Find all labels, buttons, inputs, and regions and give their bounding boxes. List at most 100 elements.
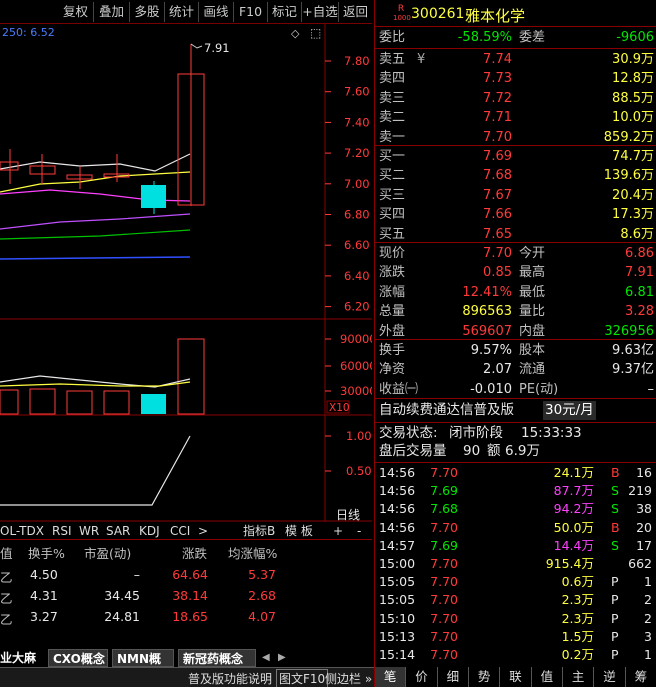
tick-time: 14:56 [379,501,416,517]
asks-row[interactable]: 卖三 7.72 88.5万 [379,89,654,108]
tab-sector-hemp[interactable]: 业大麻 [0,649,36,667]
volume-bar [141,394,166,414]
asks-row[interactable]: 卖四 7.73 12.8万 [379,69,654,88]
bids-row[interactable]: 买三 7.67 20.4万 [379,186,654,205]
tick-side: P [611,610,619,626]
statistics-button[interactable]: 统计 [165,2,199,22]
quote-tab-2[interactable]: 细 [438,667,469,687]
stats-value: 0.85 [483,265,512,281]
multi-stock-button[interactable]: 多股 [130,2,165,22]
quote-tab-1[interactable]: 价 [406,667,438,687]
asks-row[interactable]: 卖一 7.70 859.2万 [379,128,654,147]
kline-chart[interactable]: 250: 6.52 ◇ ⬚ 7.80 7.60 7.40 7.20 7.00 6.80 6.… [0,24,372,320]
tick-price: 7.70 [430,610,458,626]
quote-tab-4[interactable]: 联 [500,667,532,687]
add-favorite-button[interactable]: +自选 [302,2,339,22]
stats-value: 6.81 [625,284,654,300]
tab-wr[interactable]: WR [79,522,99,540]
f10-button[interactable]: F10 [234,2,268,22]
tab-rsi[interactable]: RSI [52,522,72,540]
table-cell: 18.65 [172,609,208,624]
bids-volume: 20.4万 [612,187,654,203]
bids-row[interactable]: 买一 7.69 74.7万 [379,147,654,166]
asks-volume: 10.0万 [612,110,654,126]
stats-row: 涨跌 0.85 最高 7.91 [379,263,654,282]
ma120-line [0,256,191,260]
trade-status-row: 交易状态: 闭市阶段 15:33:33 [379,424,654,443]
tab-sector-cxo[interactable]: CXO概念 [48,649,108,667]
table-row[interactable]: 乙 4.50 – 64.64 5.37 [0,567,372,587]
tick-price: 7.70 [430,519,458,535]
quote-tab-5[interactable]: 值 [532,667,563,687]
asks-label: 卖五 [379,52,406,67]
back-button[interactable]: 返回 [339,2,372,22]
zoom-out-button[interactable]: - [357,522,361,540]
stats-value: 7.70 [483,246,512,261]
tab-kdj[interactable]: KDJ [139,522,160,540]
table-row[interactable]: 乙 4.31 34.45 38.14 2.68 [0,588,372,608]
table-cell: 4.50 [30,567,58,582]
period-label[interactable]: 日线 [336,508,360,522]
quote-tab-6[interactable]: 主 [563,667,595,687]
col-header: 涨跌 [182,546,208,561]
stats2-value: 9.37亿 [612,362,654,378]
tick-side: S [611,501,619,517]
tick-row: 14:56 7.68 94.2万 S 38 [379,500,654,518]
tab-more[interactable]: > [198,522,208,540]
bids-row[interactable]: 买二 7.68 139.6万 [379,166,654,185]
bids-row[interactable]: 买五 7.65 8.6万 [379,225,654,244]
asks-row[interactable]: 卖二 7.71 10.0万 [379,108,654,127]
cash-icon: ¥ [417,52,426,67]
tab-cci[interactable]: CCI [170,522,190,540]
asks-row[interactable]: 卖五 ¥ 7.74 30.9万 [379,50,654,69]
price-tick: 6.40 [344,269,370,283]
tick-volume: 94.2万 [553,501,594,517]
asks-volume: 859.2万 [603,129,654,145]
diamond-icon[interactable]: ◇ [291,27,300,40]
stats-label: 总量 [379,304,406,320]
tick-time: 15:10 [379,610,416,626]
stats2-label: 流通 [519,362,546,378]
tab-sar[interactable]: SAR [106,522,130,540]
asks-price: 7.73 [483,71,512,87]
quote-panel: R 1000 300261 雅本化学 委比 -58.59% 委差 -9606 卖… [374,0,656,687]
fuquan-button[interactable]: 复权 [58,2,94,22]
expand-icon[interactable]: ⬚ [310,26,321,40]
sector-tabbar: 业大麻 CXO概念 NMN概念 新冠药概念 ◀ ▶ [0,649,372,684]
quote-tab-8[interactable]: 筹 [626,667,656,687]
tab-sector-nmn[interactable]: NMN概念 [112,649,174,684]
stats-label: 最高 [519,265,546,281]
table-cell: 24.81 [104,609,140,624]
tick-volume: 24.1万 [553,465,594,480]
quote-tab-3[interactable]: 势 [469,667,501,687]
volume-chart[interactable]: 90000 60000 30000 X10 [0,320,377,416]
tick-side: P [611,647,619,662]
draw-line-button[interactable]: 画线 [199,2,234,22]
tick-time: 14:56 [379,483,416,499]
tab-scroll-right-icon[interactable]: ▶ [278,649,286,667]
bids-row[interactable]: 买四 7.66 17.3万 [379,205,654,224]
f10-link[interactable]: 图文F10 [276,669,329,687]
bids-volume: 74.7万 [612,149,654,164]
tab-ol-tdx[interactable]: OL-TDX [0,522,44,540]
indicator-b-button[interactable]: 指标B [243,522,275,540]
stats-row: 现价 7.70 今开 6.86 [379,244,654,263]
tab-sector-covid[interactable]: 新冠药概念 [178,649,256,667]
table-cell: 乙 [0,612,13,627]
mark-button[interactable]: 标记 [268,2,302,22]
table-row[interactable]: 乙 3.27 24.81 18.65 4.07 [0,609,372,629]
volume-tick: 90000 [340,332,372,346]
promo-banner[interactable]: 自动续费通达信普及版 30元/月 [379,401,654,420]
quote-tab-7[interactable]: 逆 [594,667,626,687]
feature-hint-link[interactable]: 普及版功能说明 [188,670,272,687]
indicator-chart[interactable]: 1.00 0.50 日线 [0,416,372,522]
asks-price: 7.70 [483,129,512,145]
quote-tab-0[interactable]: 笔 [375,667,407,687]
zoom-in-button[interactable]: + [333,522,343,540]
tick-side: P [611,574,619,590]
overlay-button[interactable]: 叠加 [94,2,130,22]
tab-scroll-left-icon[interactable]: ◀ [262,649,270,667]
promo-price: 30元/月 [543,401,596,420]
sidebar-toggle[interactable]: 侧边栏 » [325,670,372,687]
template-button[interactable]: 模 板 [285,522,313,540]
